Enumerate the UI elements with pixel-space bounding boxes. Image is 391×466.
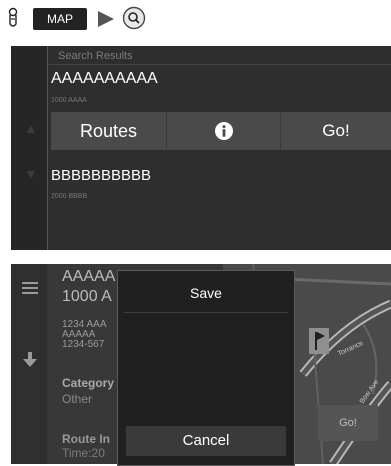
info-button[interactable] xyxy=(167,112,280,150)
divider xyxy=(47,46,48,250)
go-button[interactable]: Go! xyxy=(318,405,378,441)
right-arrow-icon xyxy=(98,11,114,27)
category-heading: Category xyxy=(62,376,115,390)
save-title[interactable]: Save xyxy=(118,285,294,301)
info-icon xyxy=(214,122,233,140)
place-name: AAAAA xyxy=(62,268,116,285)
divider xyxy=(124,312,288,313)
address-line: 1234-567 xyxy=(62,339,105,350)
routes-button[interactable]: Routes xyxy=(51,112,166,150)
place-address: 1234 AAA AAAAA 1234-567 xyxy=(62,320,106,350)
search-icon[interactable] xyxy=(122,6,146,30)
search-results-panel: Search Results AAAAAAAAAA 1000 AAAA Rout… xyxy=(11,46,391,250)
result-action-bar: Routes Go! xyxy=(51,112,391,150)
breadcrumb: MAP xyxy=(0,0,391,40)
street-label: Torrance xyxy=(337,340,365,358)
save-dialog: Save Cancel xyxy=(117,270,295,466)
result-distance: 1000 AAAA xyxy=(51,97,87,104)
divider xyxy=(49,64,391,65)
scroll-up-icon[interactable] xyxy=(26,124,36,134)
go-button[interactable]: Go! xyxy=(281,112,391,150)
cancel-button[interactable]: Cancel xyxy=(126,426,286,456)
result-distance: 2000 BBBB xyxy=(51,193,88,200)
section-label: Search Results xyxy=(58,50,133,62)
result-name[interactable]: AAAAAAAAAA xyxy=(51,70,158,88)
place-distance: 1000 A xyxy=(62,288,112,305)
scroll-down-icon[interactable] xyxy=(23,352,37,368)
route-info-value: Time:20 xyxy=(62,446,105,460)
map-button[interactable]: MAP xyxy=(33,8,87,30)
result-name[interactable]: BBBBBBBBBB xyxy=(51,167,151,184)
side-rail xyxy=(11,46,47,250)
category-value: Other xyxy=(62,392,93,406)
route-info-heading: Route In xyxy=(62,432,110,446)
menu-icon[interactable] xyxy=(22,281,38,295)
destination-flag-icon xyxy=(309,328,329,354)
scroll-down-icon[interactable] xyxy=(26,170,36,180)
voice-command-icon[interactable] xyxy=(6,6,20,30)
